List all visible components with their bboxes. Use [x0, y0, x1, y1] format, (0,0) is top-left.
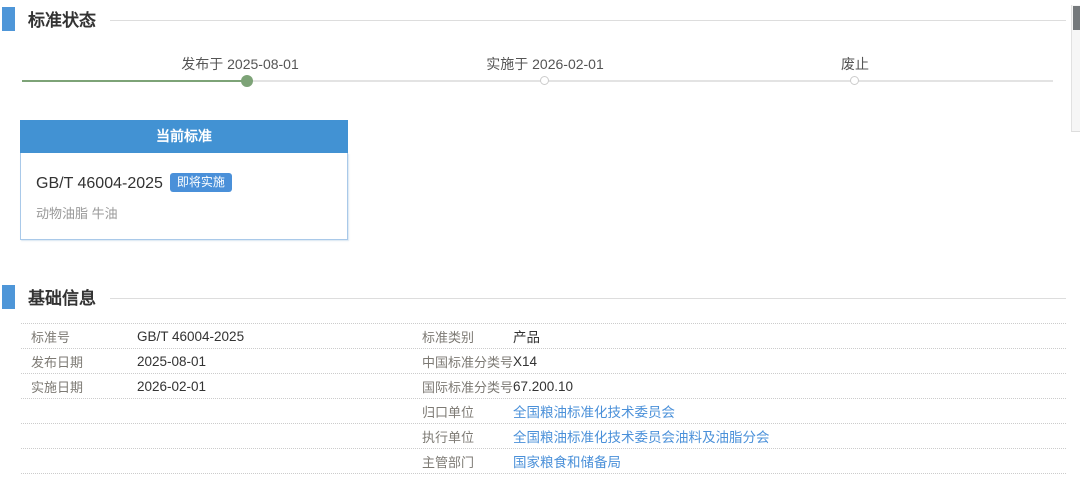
status-section-title: 标准状态	[28, 11, 96, 30]
info-label: 标准号	[31, 329, 71, 345]
info-value: 2025-08-01	[137, 353, 207, 369]
timeline-dot-implemented	[540, 76, 549, 85]
table-row: 发布日期 2025-08-01 中国标准分类号 X14	[21, 349, 1066, 374]
timeline-remaining-segment	[247, 80, 1053, 82]
info-value: X14	[513, 353, 538, 369]
info-label: 发布日期	[31, 354, 84, 370]
current-standard-card-header: 当前标准	[20, 120, 348, 153]
info-label: 中国标准分类号	[422, 354, 514, 370]
scrollbar-track[interactable]	[1071, 5, 1080, 132]
table-row: 实施日期 2026-02-01 国际标准分类号 67.200.10	[21, 374, 1066, 399]
centralizing-unit-link[interactable]: 全国粮油标准化技术委员会	[513, 401, 1066, 421]
timeline-stage-published-label: 发布于 2025-08-01	[181, 56, 299, 72]
current-standard-card: 当前标准 GB/T 46004-2025 即将实施 动物油脂 牛油	[20, 120, 348, 240]
status-badge: 即将实施	[169, 173, 232, 192]
executing-unit-link[interactable]: 全国粮油标准化技术委员会油料及油脂分会	[513, 426, 1066, 446]
standard-name: 动物油脂 牛油	[36, 206, 118, 221]
timeline-dot-abolished	[850, 76, 859, 85]
table-row: 标准号 GB/T 46004-2025 标准类别 产品	[21, 324, 1066, 349]
timeline-stage-abolished-label: 废止	[841, 56, 869, 72]
info-label: 主管部门	[422, 454, 475, 470]
section-marker	[2, 7, 15, 31]
info-value: GB/T 46004-2025	[137, 328, 245, 344]
info-value: 产品	[513, 330, 540, 345]
standard-code: GB/T 46004-2025	[36, 175, 163, 192]
standard-detail-page: 标准状态 发布于 2025-08-01 实施于 2026-02-01 废止 当前…	[0, 5, 1080, 481]
competent-department-link[interactable]: 国家粮食和储备局	[513, 451, 1066, 471]
scrollbar-thumb[interactable]	[1073, 6, 1080, 30]
info-label: 执行单位	[422, 429, 475, 445]
current-standard-card-body: GB/T 46004-2025 即将实施 动物油脂 牛油	[20, 153, 348, 240]
info-label: 国际标准分类号	[422, 379, 514, 395]
basic-info-section-header: 基础信息	[0, 283, 1080, 310]
timeline-progress-segment	[22, 80, 247, 82]
status-timeline: 发布于 2025-08-01 实施于 2026-02-01 废止	[0, 32, 1080, 92]
timeline-dot-published	[241, 75, 253, 87]
info-value: 2026-02-01	[137, 378, 207, 394]
info-label: 标准类别	[422, 329, 475, 345]
basic-info-section-title: 基础信息	[28, 289, 96, 308]
info-label: 实施日期	[31, 379, 84, 395]
info-label: 归口单位	[422, 404, 475, 420]
table-row: 主管部门 国家粮食和储备局	[21, 449, 1066, 474]
basic-info-table: 标准号 GB/T 46004-2025 标准类别 产品 发布日期 2025-08…	[21, 323, 1066, 474]
section-divider	[110, 19, 1066, 21]
section-divider	[110, 297, 1066, 299]
status-section-header: 标准状态	[0, 5, 1080, 32]
timeline-stage-implemented-label: 实施于 2026-02-01	[486, 56, 604, 72]
table-row: 归口单位 全国粮油标准化技术委员会	[21, 399, 1066, 424]
info-value: 67.200.10	[513, 378, 574, 394]
table-row: 执行单位 全国粮油标准化技术委员会油料及油脂分会	[21, 424, 1066, 449]
section-marker	[2, 285, 15, 309]
standard-code-row: GB/T 46004-2025 即将实施	[36, 173, 332, 193]
